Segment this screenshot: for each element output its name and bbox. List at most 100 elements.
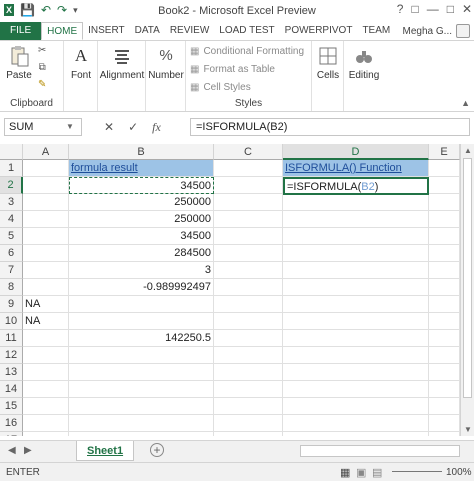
grid-cell[interactable] xyxy=(214,262,283,279)
conditional-formatting-button[interactable]: ▦ Conditional Formatting xyxy=(190,46,304,57)
cell-d1[interactable]: ISFORMULA() Function xyxy=(283,160,429,177)
tab-home[interactable]: HOME xyxy=(41,22,84,40)
grid-cell[interactable] xyxy=(429,160,460,177)
grid-cell[interactable] xyxy=(23,381,69,398)
grid-cell[interactable] xyxy=(283,194,429,211)
select-all-corner[interactable] xyxy=(0,144,23,160)
row-header-11[interactable]: 11 xyxy=(0,330,23,347)
grid-cell[interactable] xyxy=(69,364,214,381)
grid-cell[interactable] xyxy=(283,262,429,279)
grid-cell[interactable] xyxy=(23,432,69,436)
grid-cell[interactable] xyxy=(429,432,460,436)
grid-cell[interactable] xyxy=(69,381,214,398)
grid-cell[interactable] xyxy=(283,296,429,313)
grid-cell[interactable] xyxy=(214,211,283,228)
column-header-a[interactable]: A xyxy=(23,144,69,160)
cell-b7[interactable]: 3 xyxy=(69,262,214,279)
grid-cell[interactable] xyxy=(214,296,283,313)
cell-a9[interactable]: NA xyxy=(23,296,69,313)
row-header-3[interactable]: 3 xyxy=(0,194,23,211)
row-header-10[interactable]: 10 xyxy=(0,313,23,330)
grid-cell[interactable] xyxy=(429,262,460,279)
user-account[interactable]: Megha G... xyxy=(403,22,470,40)
zoom-slider[interactable] xyxy=(392,471,442,472)
grid-cell[interactable] xyxy=(214,228,283,245)
grid-cell[interactable] xyxy=(23,194,69,211)
grid-cell[interactable] xyxy=(23,211,69,228)
row-header-13[interactable]: 13 xyxy=(0,364,23,381)
grid-cell[interactable] xyxy=(214,177,283,194)
grid-cell[interactable] xyxy=(214,313,283,330)
cell-d2[interactable]: =ISFORMULA(B2) xyxy=(283,177,429,195)
row-header-17[interactable]: 17 xyxy=(0,432,23,436)
column-header-d[interactable]: D xyxy=(283,144,429,160)
grid-cell[interactable] xyxy=(214,160,283,177)
grid-cell[interactable] xyxy=(283,415,429,432)
zoom-level[interactable]: 100% xyxy=(446,467,472,478)
format-as-table-button[interactable]: ▦ Format as Table xyxy=(190,64,275,75)
grid-cell[interactable] xyxy=(69,432,214,436)
page-layout-icon[interactable]: ▣ xyxy=(356,466,366,479)
copy-icon[interactable]: ⧉ xyxy=(39,62,46,73)
grid-cell[interactable] xyxy=(283,330,429,347)
number-button[interactable]: % Number xyxy=(147,45,185,81)
tab-powerpivot[interactable]: POWERPIVOT xyxy=(280,22,358,40)
row-header-5[interactable]: 5 xyxy=(0,228,23,245)
grid-cell[interactable] xyxy=(283,313,429,330)
row-header-1[interactable]: 1 xyxy=(0,160,23,177)
row-header-12[interactable]: 12 xyxy=(0,347,23,364)
column-header-c[interactable]: C xyxy=(214,144,283,160)
grid-cell[interactable] xyxy=(283,245,429,262)
grid-cell[interactable] xyxy=(23,262,69,279)
grid-cell[interactable] xyxy=(429,415,460,432)
grid-cell[interactable] xyxy=(69,398,214,415)
tab-insert[interactable]: INSERT xyxy=(83,22,130,40)
grid-cell[interactable] xyxy=(23,364,69,381)
grid-cell[interactable] xyxy=(283,279,429,296)
close-icon[interactable]: ✕ xyxy=(462,2,472,16)
editing-button[interactable]: Editing xyxy=(345,45,383,81)
cell-b6[interactable]: 284500 xyxy=(69,245,214,262)
next-sheet-icon[interactable]: ▶ xyxy=(24,445,32,456)
scroll-thumb[interactable] xyxy=(463,158,472,398)
row-header-6[interactable]: 6 xyxy=(0,245,23,262)
column-header-b[interactable]: B xyxy=(69,144,214,160)
grid-cell[interactable] xyxy=(23,279,69,296)
grid-cell[interactable] xyxy=(429,228,460,245)
cut-icon[interactable]: ✂ xyxy=(38,45,46,56)
row-header-14[interactable]: 14 xyxy=(0,381,23,398)
grid-cell[interactable] xyxy=(69,347,214,364)
formula-input[interactable]: =ISFORMULA(B2) xyxy=(190,118,470,136)
cell-b11[interactable]: 142250.5 xyxy=(69,330,214,347)
grid-cell[interactable] xyxy=(429,296,460,313)
grid-cell[interactable] xyxy=(214,279,283,296)
grid-cell[interactable] xyxy=(283,381,429,398)
grid-cell[interactable] xyxy=(214,194,283,211)
row-header-4[interactable]: 4 xyxy=(0,211,23,228)
cell-b5[interactable]: 34500 xyxy=(69,228,214,245)
help-icon[interactable]: ? xyxy=(397,2,404,16)
name-box-dropdown-icon[interactable]: ▼ xyxy=(66,122,74,131)
row-header-2[interactable]: 2 xyxy=(0,177,23,194)
grid-cell[interactable] xyxy=(23,347,69,364)
grid-cell[interactable] xyxy=(429,330,460,347)
grid-cell[interactable] xyxy=(23,228,69,245)
grid-cell[interactable] xyxy=(283,398,429,415)
cell-b4[interactable]: 250000 xyxy=(69,211,214,228)
row-header-15[interactable]: 15 xyxy=(0,398,23,415)
grid-cell[interactable] xyxy=(429,398,460,415)
enter-icon[interactable]: ✓ xyxy=(128,120,138,134)
scroll-down-icon[interactable]: ▼ xyxy=(464,425,472,434)
grid-cell[interactable] xyxy=(429,313,460,330)
grid-cell[interactable] xyxy=(283,432,429,436)
grid-cell[interactable] xyxy=(429,364,460,381)
grid-cell[interactable] xyxy=(429,381,460,398)
row-header-7[interactable]: 7 xyxy=(0,262,23,279)
grid-cell[interactable] xyxy=(214,432,283,436)
tab-load-test[interactable]: LOAD TEST xyxy=(214,22,279,40)
grid-cell[interactable] xyxy=(214,415,283,432)
tab-data[interactable]: DATA xyxy=(130,22,165,40)
cancel-icon[interactable]: ✕ xyxy=(104,120,114,134)
tab-file[interactable]: FILE xyxy=(0,22,42,40)
insert-function-icon[interactable]: fx xyxy=(152,120,161,135)
